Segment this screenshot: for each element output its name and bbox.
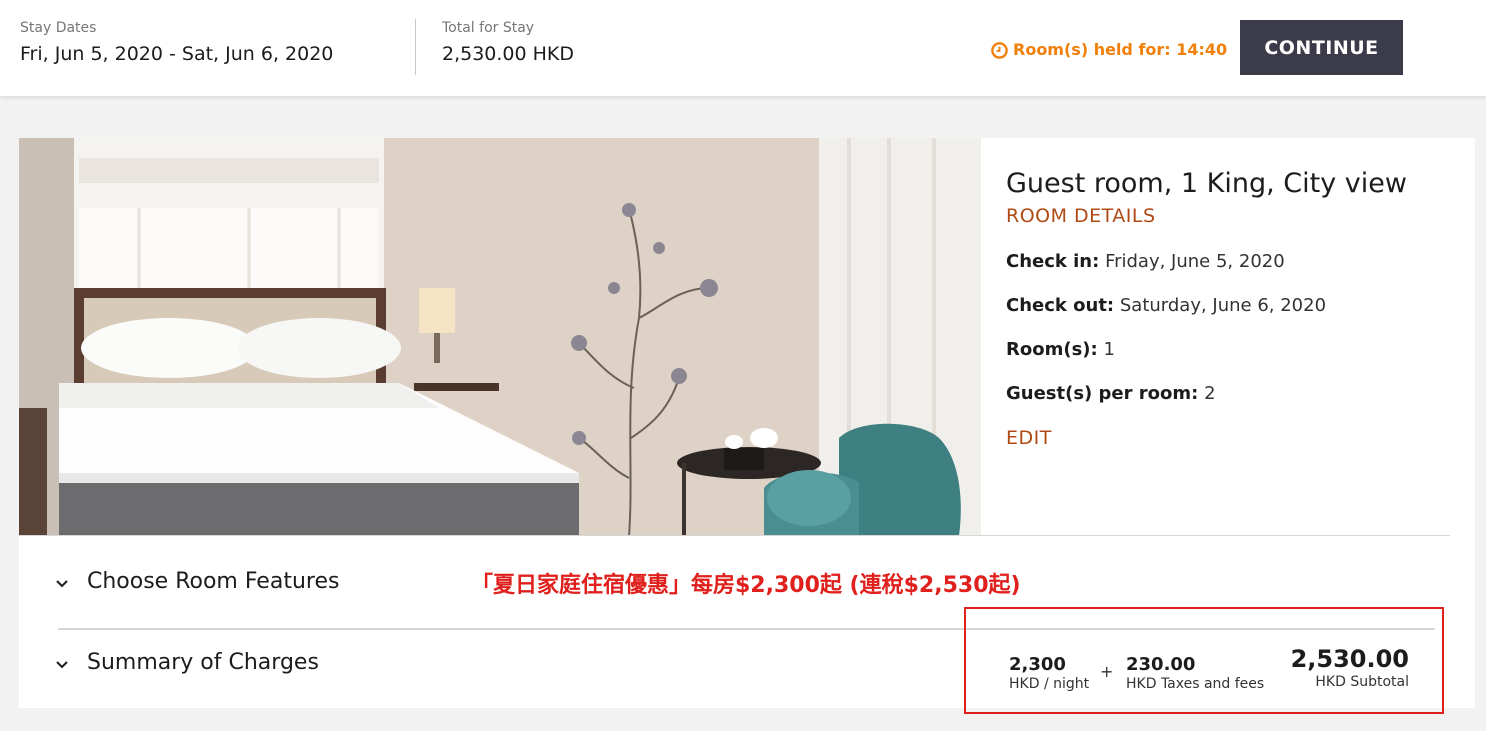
- check-in-label: Check in:: [1006, 251, 1100, 272]
- guests-label: Guest(s) per room:: [1006, 383, 1199, 404]
- room-details-link[interactable]: ROOM DETAILS: [1006, 205, 1466, 227]
- plus-sign: +: [1100, 662, 1114, 681]
- check-in-value: Friday, June 5, 2020: [1105, 251, 1285, 272]
- room-photo: [19, 138, 981, 536]
- total-value: 2,530.00 HKD: [442, 43, 575, 65]
- nightly-rate-label: HKD / night: [1009, 676, 1090, 692]
- divider: [415, 19, 416, 75]
- check-out-label: Check out:: [1006, 295, 1115, 316]
- taxes-fees-value: 230.00: [1126, 654, 1196, 675]
- rooms-value: 1: [1103, 339, 1115, 360]
- choose-room-features-label: Choose Room Features: [87, 569, 340, 594]
- taxes-fees-label: HKD Taxes and fees: [1126, 676, 1265, 692]
- chevron-down-icon: [53, 654, 71, 672]
- edit-link[interactable]: EDIT: [1006, 427, 1466, 449]
- summary-of-charges-toggle[interactable]: Summary of Charges: [53, 650, 319, 675]
- room-hold-text: Room(s) held for: 14:40: [1013, 40, 1228, 59]
- stay-dates: Stay Dates Fri, Jun 5, 2020 - Sat, Jun 6…: [20, 20, 333, 65]
- rooms-row: Room(s): 1: [1006, 339, 1466, 360]
- divider: [19, 535, 1450, 536]
- subtotal-value: 2,530.00: [1290, 645, 1409, 673]
- total-for-stay: Total for Stay 2,530.00 HKD: [442, 20, 574, 65]
- nightly-rate: 2,300 HKD / night: [1009, 654, 1089, 692]
- continue-button[interactable]: CONTINUE: [1240, 20, 1403, 75]
- guests-value: 2: [1204, 383, 1216, 404]
- stay-summary-bar: Stay Dates Fri, Jun 5, 2020 - Sat, Jun 6…: [0, 0, 1486, 96]
- choose-room-features-toggle[interactable]: Choose Room Features: [53, 569, 339, 594]
- guests-row: Guest(s) per room: 2: [1006, 383, 1466, 404]
- check-in-row: Check in: Friday, June 5, 2020: [1006, 251, 1466, 272]
- room-details: Guest room, 1 King, City view ROOM DETAI…: [1006, 168, 1466, 449]
- subtotal: 2,530.00 HKD Subtotal: [1259, 645, 1409, 690]
- chevron-down-icon: [53, 573, 71, 591]
- stay-dates-label: Stay Dates: [20, 20, 97, 36]
- promo-annotation: 「夏日家庭住宿優惠」每房$2,300起 (連稅$2,530起): [471, 573, 1021, 598]
- nightly-rate-value: 2,300: [1009, 654, 1066, 675]
- taxes-fees: 230.00 HKD Taxes and fees: [1126, 654, 1264, 692]
- room-title: Guest room, 1 King, City view: [1006, 168, 1407, 199]
- check-out-value: Saturday, June 6, 2020: [1119, 295, 1327, 316]
- total-label: Total for Stay: [442, 20, 535, 36]
- summary-of-charges-label: Summary of Charges: [87, 650, 319, 675]
- check-out-row: Check out: Saturday, June 6, 2020: [1006, 295, 1466, 316]
- room-hold-timer: Room(s) held for: 14:40: [990, 40, 1227, 59]
- stay-dates-value: Fri, Jun 5, 2020 - Sat, Jun 6, 2020: [20, 43, 334, 65]
- room-card: Guest room, 1 King, City view ROOM DETAI…: [19, 138, 1475, 714]
- clock-icon: [990, 40, 1009, 59]
- rooms-label: Room(s):: [1006, 339, 1098, 360]
- subtotal-label: HKD Subtotal: [1315, 674, 1409, 690]
